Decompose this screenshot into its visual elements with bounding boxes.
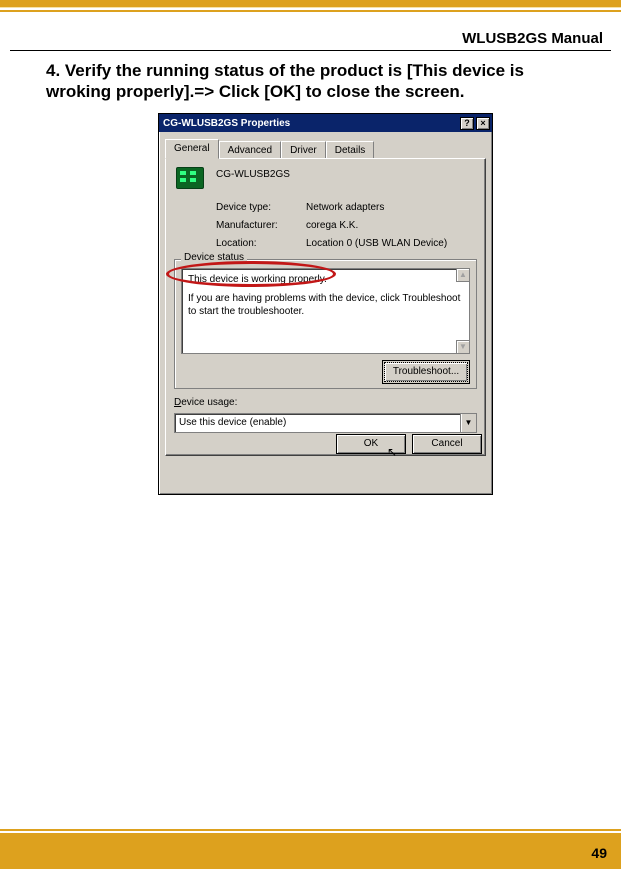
instruction-text: 4. Verify the running status of the prod… [46,60,591,103]
ok-button-label: OK [364,438,378,449]
bottom-border-line [0,829,621,831]
top-border-line [0,10,621,12]
properties-dialog: CG-WLUSB2GS Properties ? × General Advan… [158,113,493,495]
cursor-icon: ↖ [387,443,397,461]
tab-driver[interactable]: Driver [281,141,326,159]
device-status-line1: This device is working properly. [188,273,465,286]
tab-panel-general: CG-WLUSB2GS Device type: Network adapter… [165,158,486,456]
device-type-value: Network adapters [306,199,384,217]
bottom-border-band: 49 [0,833,621,869]
device-status-caption: Device status [181,252,247,263]
device-type-label: Device type: [216,199,306,217]
device-info: Device type: Network adapters Manufactur… [216,199,447,253]
dialog-body: General Advanced Driver Details CG-WLUSB… [159,132,492,462]
manual-page: WLUSB2GS Manual 4. Verify the running st… [0,0,621,869]
tabstrip: General Advanced Driver Details [165,138,486,158]
device-status-group: Device status This device is working pro… [174,259,477,389]
help-button[interactable]: ? [460,117,474,130]
device-usage-label: Device usage: [174,397,237,408]
device-status-line2: If you are having problems with the devi… [188,292,465,318]
header-rule [10,50,611,51]
device-usage-select[interactable]: Use this device (enable) ▼ [174,413,477,433]
close-button[interactable]: × [476,117,490,130]
device-name-label: CG-WLUSB2GS [216,169,290,180]
top-border-band [0,0,621,8]
page-number: 49 [591,845,607,861]
ok-button[interactable]: OK ↖ [336,434,406,454]
manufacturer-value: corega K.K. [306,217,358,235]
chevron-down-icon[interactable]: ▼ [460,414,476,432]
tab-general[interactable]: General [165,139,219,159]
device-usage-value: Use this device (enable) [179,417,286,428]
location-label: Location: [216,235,306,253]
troubleshoot-button[interactable]: Troubleshoot... [384,362,468,382]
cancel-button[interactable]: Cancel [412,434,482,454]
dialog-actions: OK ↖ Cancel [336,434,482,454]
network-adapter-icon [176,167,204,189]
device-status-textbox[interactable]: This device is working properly. If you … [181,268,470,354]
manufacturer-label: Manufacturer: [216,217,306,235]
manual-title: WLUSB2GS Manual [462,30,603,47]
scroll-up-icon[interactable]: ▲ [456,268,470,282]
device-usage-label-post: evice usage: [181,397,237,408]
tab-advanced[interactable]: Advanced [219,141,281,159]
tab-details[interactable]: Details [326,141,375,159]
location-value: Location 0 (USB WLAN Device) [306,235,447,253]
titlebar[interactable]: CG-WLUSB2GS Properties ? × [159,114,492,132]
scroll-down-icon[interactable]: ▼ [456,340,470,354]
window-title: CG-WLUSB2GS Properties [163,118,458,129]
